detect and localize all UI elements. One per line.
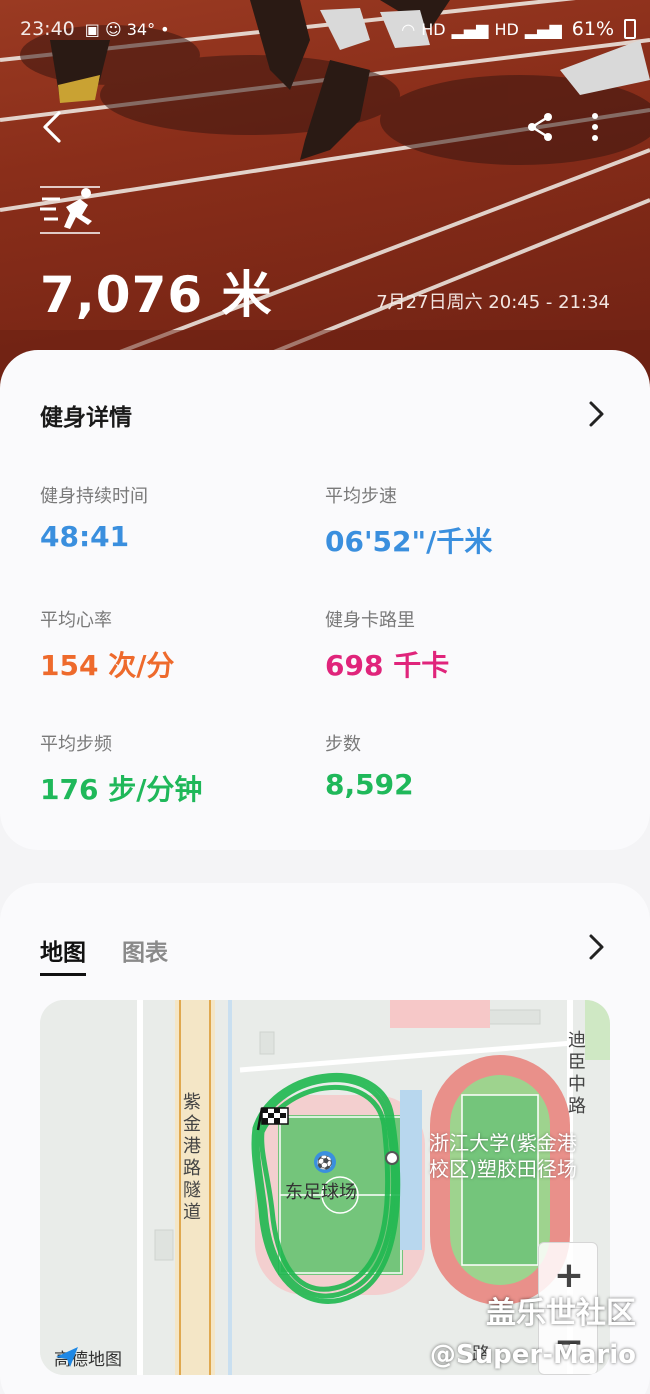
metric-label: 平均步频 xyxy=(40,734,112,755)
share-button[interactable] xyxy=(518,105,562,149)
metric-label: 健身卡路里 xyxy=(325,610,415,631)
wifi-icon: ◠ xyxy=(401,19,416,39)
network-label-2: HD xyxy=(494,19,519,39)
metric-avg-pace: 平均步速 06'52"/千米 xyxy=(325,482,605,560)
map-label-soccer-field: 东足球场 xyxy=(285,1182,357,1203)
signal-icons: ◠ HD ▂▄▆ HD ▂▄▆ xyxy=(401,20,562,39)
more-options-button[interactable] xyxy=(575,105,615,149)
network-label-1: HD xyxy=(421,19,446,39)
metric-label: 平均步速 xyxy=(325,486,397,507)
chevron-left-icon xyxy=(43,111,61,143)
hero-banner: 23:40 ▣ ☺ 34° • ◠ HD ▂▄▆ HD ▂▄▆ 61% 7,07… xyxy=(0,0,650,390)
metric-label: 健身持续时间 xyxy=(40,486,148,507)
metric-value: 154 次/分 xyxy=(40,649,175,682)
tab-map[interactable]: 地图 xyxy=(40,933,86,976)
metric-calories: 健身卡路里 698 千卡 xyxy=(325,606,605,684)
chevron-right-icon[interactable] xyxy=(582,400,610,428)
signal-icon-2: ▂▄▆ xyxy=(524,19,562,39)
watermark-community: 盖乐世社区 xyxy=(486,1296,636,1331)
metric-value: 176 步/分钟 xyxy=(40,773,203,806)
metric-value: 8,592 xyxy=(325,768,414,801)
running-icon xyxy=(40,186,100,234)
metric-cadence: 平均步频 176 步/分钟 xyxy=(40,730,320,808)
watermark-username: @Super-Mario xyxy=(429,1340,636,1370)
map-tabs: 地图 图表 xyxy=(40,933,168,976)
metric-steps: 步数 8,592 xyxy=(325,730,605,801)
details-title: 健身详情 xyxy=(40,405,132,431)
map-label-track-field: 浙江大学(紫金港校区)塑胶田径场 xyxy=(429,1131,577,1181)
tab-chart[interactable]: 图表 xyxy=(122,933,168,976)
metric-value: 48:41 xyxy=(40,520,130,553)
metric-duration: 健身持续时间 48:41 xyxy=(40,482,320,553)
svg-text:⚽: ⚽ xyxy=(316,1155,333,1171)
battery-icon xyxy=(624,19,636,39)
fitness-details-card: 健身详情 健身持续时间 48:41 平均步速 06'52"/千米 平均心率 15… xyxy=(0,350,650,850)
chevron-right-icon[interactable] xyxy=(582,933,610,961)
signal-icon: ▂▄▆ xyxy=(451,19,489,39)
metric-label: 步数 xyxy=(325,734,361,755)
status-icons-left: ▣ ☺ 34° • xyxy=(84,19,170,39)
status-temp: 34° xyxy=(126,19,156,39)
status-right: ◠ HD ▂▄▆ HD ▂▄▆ 61% xyxy=(401,18,636,40)
map-label-road: 紫金港路隧道 xyxy=(183,1092,201,1223)
more-vertical-icon xyxy=(592,113,598,141)
map-provider-logo: 高德地图 xyxy=(54,1345,122,1370)
battery-text: 61% xyxy=(571,18,614,40)
status-bar: 23:40 ▣ ☺ 34° • ◠ HD ▂▄▆ HD ▂▄▆ 61% xyxy=(20,14,636,44)
metric-value: 06'52"/千米 xyxy=(325,525,493,558)
workout-date-range: 7月27日周六 20:45 - 21:34 xyxy=(376,292,610,313)
metric-value: 698 千卡 xyxy=(325,649,450,682)
share-icon xyxy=(528,113,552,141)
metric-label: 平均心率 xyxy=(40,610,112,631)
amap-logo-icon xyxy=(56,1347,78,1367)
metric-avg-heart-rate: 平均心率 154 次/分 xyxy=(40,606,320,684)
map-label-road-east: 迪臣中路 xyxy=(568,1030,586,1117)
status-time: 23:40 xyxy=(20,18,75,40)
back-button[interactable] xyxy=(30,105,74,149)
distance-value: 7,076 米 xyxy=(40,266,273,324)
